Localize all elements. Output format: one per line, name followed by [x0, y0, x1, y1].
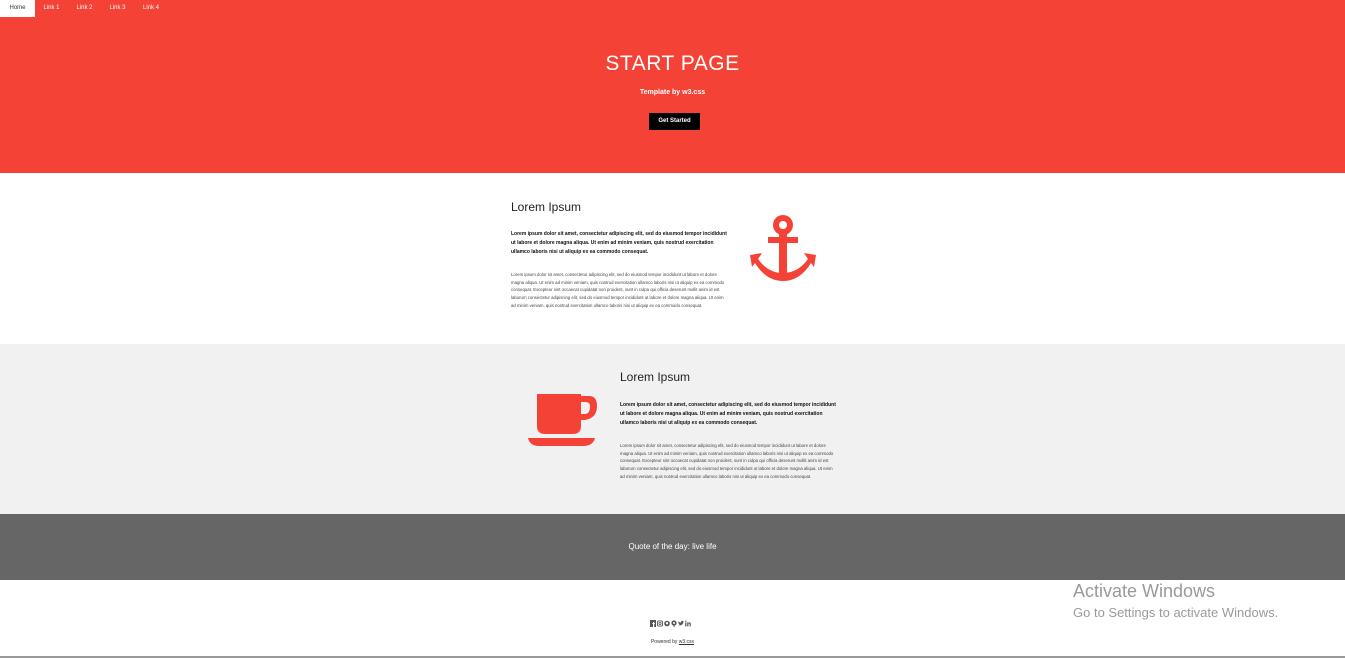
w3css-link[interactable]: w3.css — [679, 639, 694, 645]
section2-lead: Lorem ipsum dolor sit amet, consectetur … — [620, 402, 836, 426]
nav-link-1[interactable]: Link 1 — [35, 0, 68, 17]
top-navbar: Home Link 1 Link 2 Link 3 Link 4 — [0, 0, 1345, 17]
content-section-1: Lorem Ipsum Lorem ipsum dolor sit amet, … — [0, 173, 1345, 344]
nav-home[interactable]: Home — [0, 0, 35, 17]
activate-windows-subtitle: Go to Settings to activate Windows. — [1073, 605, 1279, 620]
hero-subtitle: Template by w3.css — [639, 89, 706, 96]
nav-link-2[interactable]: Link 2 — [68, 0, 101, 17]
nav-link-4[interactable]: Link 4 — [134, 0, 168, 17]
content-section-2: Lorem Ipsum Lorem ipsum dolor sit amet, … — [0, 344, 1345, 514]
instagram-icon[interactable] — [656, 614, 664, 627]
twitter-icon[interactable] — [678, 614, 684, 626]
activate-windows-title: Activate Windows — [1073, 581, 1216, 601]
linkedin-icon[interactable] — [685, 614, 691, 627]
social-icons — [650, 614, 691, 627]
quote-text: Quote of the day: live life — [628, 542, 717, 551]
quote-banner: Quote of the day: live life — [0, 514, 1345, 580]
section1-body: Lorem ipsum dolor sit amet, consectetur … — [511, 272, 725, 308]
section2-body: Lorem ipsum dolor sit amet, consectetur … — [620, 443, 834, 479]
section1-title: Lorem Ipsum — [511, 200, 582, 214]
anchor-icon — [750, 215, 816, 281]
hero-header: START PAGE Template by w3.css Get Starte… — [0, 17, 1345, 173]
nav-link-3[interactable]: Link 3 — [101, 0, 134, 17]
section1-lead: Lorem ipsum dolor sit amet, consectetur … — [511, 231, 727, 255]
powered-by: Powered by w3.css — [0, 639, 1345, 645]
section2-title: Lorem Ipsum — [620, 370, 691, 384]
facebook-icon[interactable] — [650, 614, 656, 627]
coffee-icon — [528, 394, 597, 446]
powered-by-label: Powered by — [650, 639, 679, 645]
pinterest-icon[interactable] — [671, 614, 677, 627]
snapchat-icon[interactable] — [664, 614, 670, 627]
page-title: START PAGE — [605, 52, 740, 75]
get-started-button[interactable]: Get Started — [649, 113, 700, 130]
